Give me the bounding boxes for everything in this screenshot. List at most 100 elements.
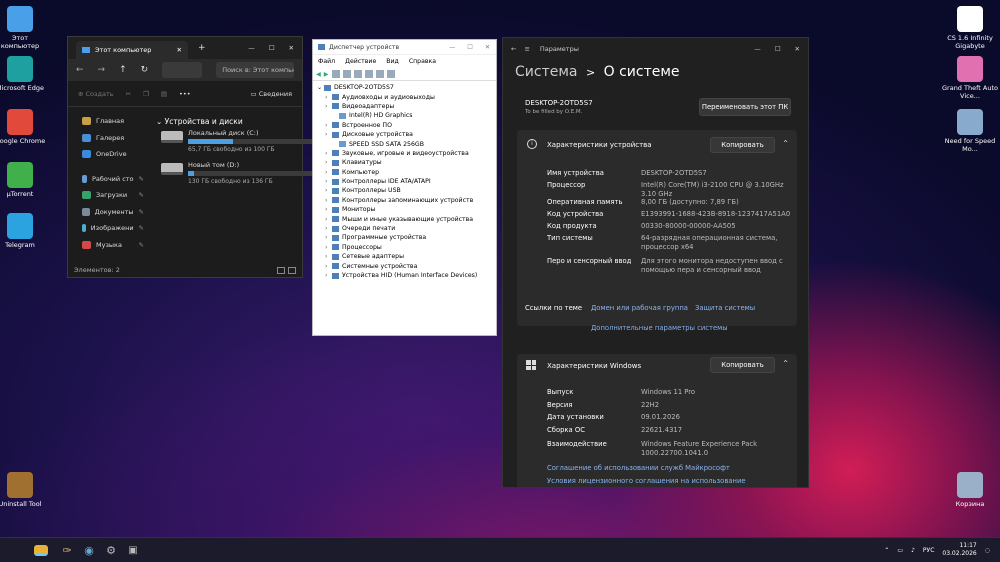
back-icon[interactable]: ← <box>76 65 84 75</box>
more-icon[interactable]: ••• <box>179 90 191 98</box>
scan-icon[interactable] <box>342 70 351 78</box>
menu-item[interactable]: Файл <box>318 58 335 65</box>
chevron-right-icon[interactable]: › <box>325 159 332 166</box>
close-button[interactable]: ✕ <box>289 44 294 52</box>
tree-item[interactable]: › Клавиатуры <box>317 158 492 167</box>
chevron-up-icon[interactable]: ⌃ <box>884 547 889 554</box>
paste-icon[interactable]: ▤ <box>161 90 167 98</box>
address-bar[interactable] <box>162 62 203 78</box>
copy-windows-specs-button[interactable]: Копировать <box>710 357 775 373</box>
maximize-button[interactable]: ☐ <box>775 45 781 53</box>
desktop-icon[interactable]: Корзина <box>942 472 998 508</box>
tree-item[interactable]: › Аудиовходы и аудиовыходы <box>317 92 492 101</box>
chevron-right-icon[interactable]: › <box>325 197 332 204</box>
minimize-button[interactable]: — <box>754 45 761 53</box>
chevron-right-icon[interactable]: › <box>325 263 332 270</box>
minimize-button[interactable]: — <box>248 44 255 52</box>
related-link[interactable]: Дополнительные параметры системы <box>591 324 728 332</box>
back-arrow-icon[interactable]: ◀ <box>316 71 321 78</box>
help-icon[interactable] <box>353 70 362 78</box>
view-icon[interactable] <box>364 70 373 78</box>
desktop-icon[interactable]: Grand Theft Auto Vice... <box>942 56 998 100</box>
drive-item[interactable]: Локальный диск (C:) 65,7 ГБ свободно из 1… <box>161 129 318 153</box>
input-language[interactable]: РУС <box>923 547 934 554</box>
desktop-icon[interactable]: Uninstall Tool <box>0 472 48 508</box>
settings-taskbar-icon[interactable]: ⚙ <box>102 541 120 559</box>
desktop-icon[interactable]: Microsoft Edge <box>0 56 48 92</box>
explorer-tab[interactable]: Этот компьютер ✕ <box>76 41 188 59</box>
refresh-icon[interactable]: ↻ <box>141 65 149 75</box>
tree-item[interactable]: SPEED SSD SATA 256GB <box>317 139 492 148</box>
devmgr-titlebar[interactable]: Диспетчер устройств — ☐ ✕ <box>313 40 496 55</box>
rename-pc-button[interactable]: Переименовать этот ПК <box>699 98 791 116</box>
tree-item[interactable]: › Контроллеры USB <box>317 186 492 195</box>
chevron-right-icon[interactable]: › <box>325 272 332 279</box>
chevron-right-icon[interactable]: › <box>325 187 332 194</box>
breadcrumb-parent[interactable]: Система <box>515 64 577 80</box>
tree-item[interactable]: Intel(R) HD Graphics <box>317 111 492 120</box>
agreement-link[interactable]: Соглашение об использовании служб Майкро… <box>547 464 730 472</box>
tree-item[interactable]: › Очереди печати <box>317 224 492 233</box>
chevron-right-icon[interactable]: › <box>325 244 332 251</box>
notifications-icon[interactable]: ◌ <box>985 547 990 554</box>
chevron-right-icon[interactable]: › <box>325 103 332 110</box>
uninstall-tool-taskbar-icon[interactable]: ✑ <box>58 541 76 559</box>
chevron-right-icon[interactable]: › <box>325 169 332 176</box>
new-tab-button[interactable]: + <box>198 43 206 53</box>
tiles-view-icon[interactable] <box>288 267 296 274</box>
chevron-right-icon[interactable]: › <box>325 178 332 185</box>
search-input[interactable]: Поиск в: Этот компьютер <box>216 62 294 78</box>
related-link[interactable]: Домен или рабочая группа <box>591 304 688 312</box>
tree-item[interactable]: › Мониторы <box>317 205 492 214</box>
menu-item[interactable]: Справка <box>409 58 436 65</box>
tab-close-icon[interactable]: ✕ <box>177 46 182 54</box>
file-explorer-taskbar-icon[interactable] <box>34 544 48 556</box>
nav-item[interactable]: Загрузки ✎ <box>68 187 148 204</box>
tree-item[interactable]: › Мыши и иные указывающие устройства <box>317 214 492 223</box>
create-button[interactable]: ⊕ Создать <box>78 90 114 98</box>
chevron-right-icon[interactable]: › <box>325 131 332 138</box>
close-button[interactable]: ✕ <box>485 44 490 51</box>
tree-item[interactable]: › Процессоры <box>317 243 492 252</box>
forward-icon[interactable]: → <box>98 65 106 75</box>
explorer-titlebar[interactable]: Этот компьютер ✕ + — ☐ ✕ <box>68 37 302 59</box>
chevron-down-icon[interactable]: ⌄ <box>317 84 324 91</box>
tree-item[interactable]: › Компьютер <box>317 168 492 177</box>
chevron-right-icon[interactable]: › <box>325 150 332 157</box>
settings-window[interactable]: ← ≡ Параметры — ☐ ✕ Система > О системе … <box>502 37 809 488</box>
nav-item[interactable]: Изображени ✎ <box>68 220 148 237</box>
monitor-icon[interactable] <box>386 70 395 78</box>
chevron-right-icon[interactable]: › <box>325 216 332 223</box>
chevron-right-icon[interactable]: › <box>325 225 332 232</box>
close-button[interactable]: ✕ <box>795 45 800 53</box>
chevron-right-icon[interactable]: › <box>325 94 332 101</box>
tree-item[interactable]: › Программные устройства <box>317 233 492 242</box>
desktop-icon[interactable]: Google Chrome <box>0 109 48 145</box>
tree-item[interactable]: › Контроллеры IDE ATA/ATAPI <box>317 177 492 186</box>
copy-device-specs-button[interactable]: Копировать <box>710 137 775 153</box>
tree-item[interactable]: › Устройства HID (Human Interface Devices… <box>317 271 492 280</box>
nav-item[interactable]: Музыка ✎ <box>68 237 148 254</box>
back-icon[interactable]: ← <box>511 45 516 53</box>
chevron-right-icon[interactable]: › <box>325 122 332 129</box>
maximize-button[interactable]: ☐ <box>467 44 473 51</box>
tree-item[interactable]: › Дисковые устройства <box>317 130 492 139</box>
nav-item[interactable]: Рабочий сто ✎ <box>68 171 148 188</box>
copy-icon[interactable]: ❐ <box>143 90 149 98</box>
chevron-right-icon[interactable]: › <box>325 234 332 241</box>
list-view-icon[interactable] <box>277 267 285 274</box>
maximize-button[interactable]: ☐ <box>269 44 275 52</box>
desktop-icon[interactable]: Этот компьютер <box>0 6 48 50</box>
forward-arrow-icon[interactable]: ▶ <box>324 71 329 78</box>
properties-icon[interactable] <box>331 70 340 78</box>
tree-item[interactable]: › Контроллеры запоминающих устройств <box>317 196 492 205</box>
volume-icon[interactable]: ♪ <box>911 547 915 554</box>
nav-item[interactable]: Галерея <box>68 130 148 147</box>
file-explorer-window[interactable]: Этот компьютер ✕ + — ☐ ✕ ← → ↑ ↻ Поиск в… <box>67 36 318 278</box>
tree-item[interactable]: › Звуковые, игровые и видеоустройства <box>317 149 492 158</box>
menu-icon[interactable]: ≡ <box>524 45 529 53</box>
start-button[interactable] <box>8 544 20 556</box>
tree-item[interactable]: › Сетевые адаптеры <box>317 252 492 261</box>
chevron-right-icon[interactable]: › <box>325 253 332 260</box>
network-taskbar-icon[interactable]: ◉ <box>80 541 98 559</box>
